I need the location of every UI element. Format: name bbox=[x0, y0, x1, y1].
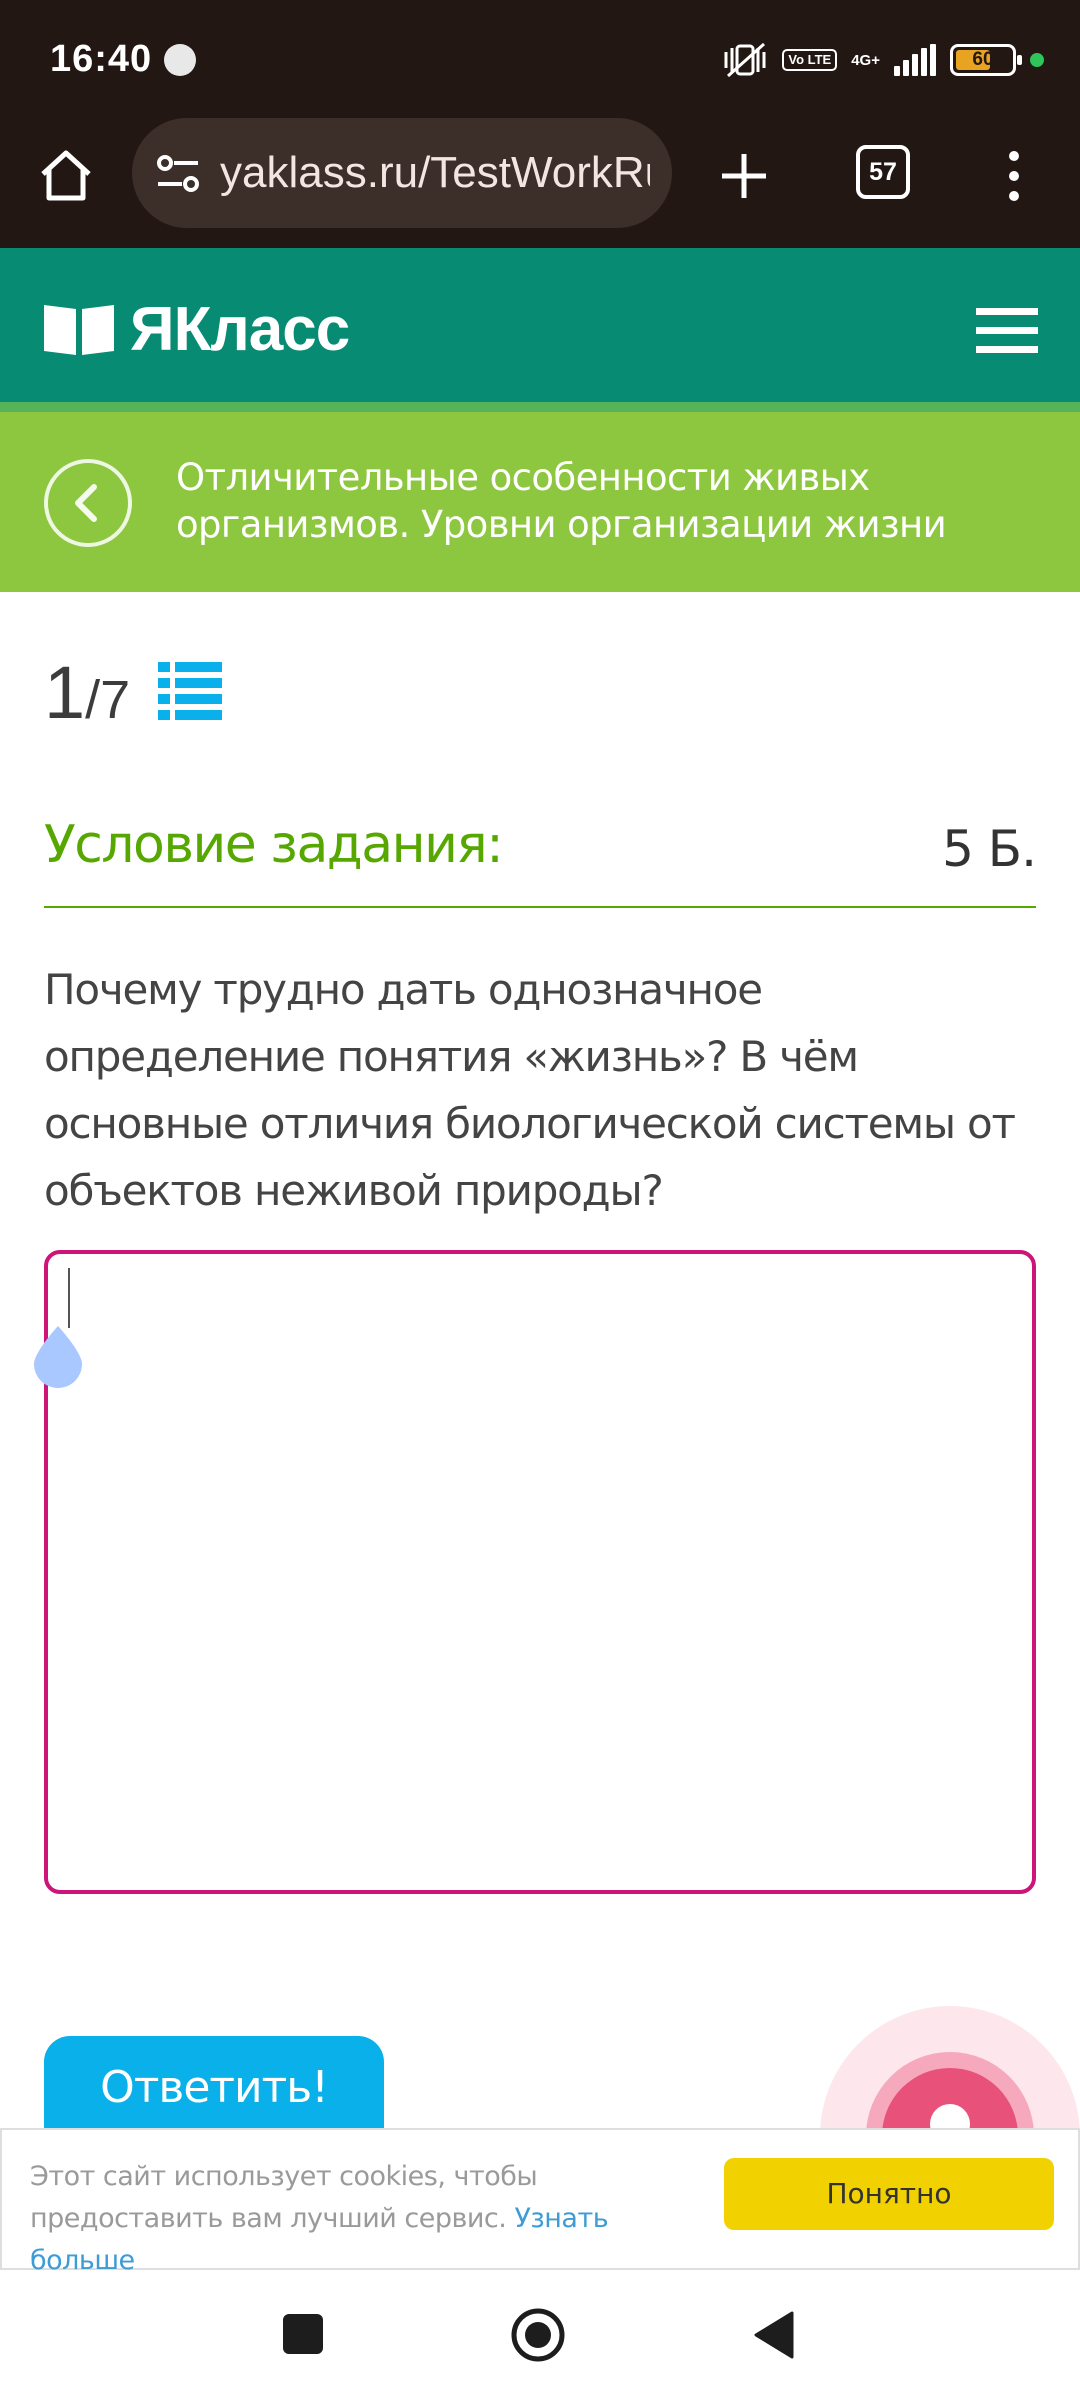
caret-handle-icon[interactable] bbox=[30, 1324, 86, 1390]
privacy-indicator-icon bbox=[1030, 53, 1044, 67]
volte-badge: Vo LTE bbox=[782, 49, 838, 71]
status-bar: 16:40 Vo LTE 4G+ 60 bbox=[0, 0, 1080, 118]
address-bar[interactable]: yaklass.ru/TestWorkRu bbox=[132, 118, 672, 228]
system-nav-bar bbox=[0, 2270, 1080, 2400]
task-points: 5 Б. bbox=[942, 820, 1037, 878]
cookie-accept-button[interactable]: Понятно bbox=[724, 2158, 1054, 2230]
back-button[interactable] bbox=[44, 459, 132, 547]
battery-icon: 60 bbox=[950, 44, 1022, 76]
current-task-number: 1 bbox=[44, 651, 86, 734]
signal-icon bbox=[894, 44, 936, 76]
book-logo-icon bbox=[44, 305, 114, 355]
condition-heading: Условие задания: bbox=[44, 815, 504, 875]
home-circle-icon[interactable] bbox=[509, 2306, 567, 2364]
home-button[interactable] bbox=[30, 140, 102, 212]
text-caret bbox=[68, 1268, 70, 1328]
recents-icon[interactable] bbox=[283, 2314, 323, 2354]
answer-textarea[interactable] bbox=[34, 1250, 1036, 1894]
vibrate-off-icon bbox=[724, 42, 766, 78]
site-settings-icon[interactable] bbox=[154, 152, 202, 196]
topic-bar: Отличительные особенности живых организм… bbox=[0, 412, 1080, 592]
notification-dot-icon bbox=[164, 44, 196, 76]
hamburger-menu-icon[interactable] bbox=[976, 306, 1038, 356]
condition-divider bbox=[44, 906, 1036, 908]
topic-title[interactable]: Отличительные особенности живых организм… bbox=[176, 454, 1056, 548]
status-time: 16:40 bbox=[50, 38, 153, 80]
network-type: 4G+ bbox=[851, 51, 880, 69]
chevron-left-icon bbox=[75, 484, 97, 522]
task-list-icon[interactable] bbox=[158, 660, 222, 720]
cookie-text: Этот сайт использует cookies, чтобы пред… bbox=[30, 2161, 538, 2234]
cookie-banner: Этот сайт использует cookies, чтобы пред… bbox=[0, 2128, 1080, 2276]
new-tab-icon[interactable] bbox=[710, 142, 778, 210]
home-icon bbox=[41, 150, 91, 201]
cookie-message: Этот сайт использует cookies, чтобы пред… bbox=[30, 2156, 710, 2282]
url-text[interactable]: yaklass.ru/TestWorkRu bbox=[220, 148, 650, 198]
help-fab[interactable] bbox=[820, 2006, 1080, 2130]
site-logo[interactable]: ЯКласс bbox=[42, 294, 350, 364]
status-icons: Vo LTE 4G+ 60 bbox=[722, 38, 1044, 82]
total-tasks: /7 bbox=[85, 670, 131, 730]
task-progress: 1 /7 bbox=[44, 650, 131, 734]
tabs-button[interactable]: 57 bbox=[856, 145, 910, 199]
menu-icon[interactable] bbox=[990, 142, 1038, 210]
browser-toolbar: yaklass.ru/TestWorkRu 57 bbox=[0, 118, 1080, 248]
logo-text: ЯКласс bbox=[130, 294, 350, 364]
battery-level: 60 bbox=[972, 49, 994, 70]
question-text: Почему трудно дать однозначное определен… bbox=[44, 965, 1016, 1215]
back-triangle-icon[interactable] bbox=[752, 2310, 796, 2360]
site-header: ЯКласс bbox=[0, 248, 1080, 412]
